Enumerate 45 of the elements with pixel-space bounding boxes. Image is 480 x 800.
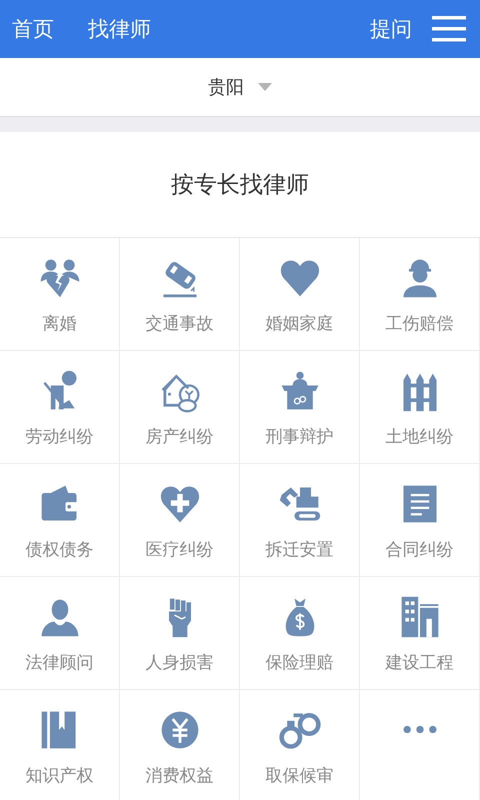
category-label: 人身损害 bbox=[146, 652, 214, 674]
category-tile[interactable]: 建设工程 bbox=[360, 577, 480, 690]
category-label: 法律顾问 bbox=[26, 652, 94, 674]
category-tile[interactable]: 离婚 bbox=[0, 238, 120, 351]
nav-link[interactable]: 首页 bbox=[12, 15, 54, 43]
category-tile[interactable]: 劳动纠纷 bbox=[0, 351, 120, 464]
category-label: 保险理赔 bbox=[266, 652, 334, 674]
menu-icon[interactable] bbox=[432, 16, 466, 42]
category-label: 婚姻家庭 bbox=[266, 313, 334, 335]
category-tile[interactable]: 债权债务 bbox=[0, 464, 120, 577]
nav-link[interactable]: 找律师 bbox=[88, 15, 151, 43]
category-tile[interactable]: 土地纠纷 bbox=[360, 351, 480, 464]
category-label: 合同纠纷 bbox=[386, 539, 454, 561]
category-tile[interactable]: 保险理赔 bbox=[240, 577, 360, 690]
section-title: 按专长找律师 bbox=[171, 171, 309, 200]
category-label: 离婚 bbox=[42, 313, 76, 335]
caret-icon bbox=[258, 83, 272, 91]
category-label: 土地纠纷 bbox=[386, 426, 454, 448]
category-tile[interactable]: 法律顾问 bbox=[0, 577, 120, 690]
category-tile[interactable]: 取保候审 bbox=[240, 690, 360, 800]
category-label: 医疗纠纷 bbox=[146, 539, 214, 561]
category-tile[interactable]: 消费权益 bbox=[120, 690, 240, 800]
category-tile[interactable]: 合同纠纷 bbox=[360, 464, 480, 577]
category-tile[interactable]: 交通事故 bbox=[120, 238, 240, 351]
category-label: 建设工程 bbox=[386, 652, 454, 674]
category-label: 劳动纠纷 bbox=[26, 426, 94, 448]
category-tile[interactable]: 婚姻家庭 bbox=[240, 238, 360, 351]
category-tile[interactable]: 知识产权 bbox=[0, 690, 120, 800]
category-tile[interactable]: 房产纠纷 bbox=[120, 351, 240, 464]
category-label: 刑事辩护 bbox=[266, 426, 334, 448]
category-tile[interactable]: 工伤赔偿 bbox=[360, 238, 480, 351]
city-dropdown[interactable]: 贵阳 bbox=[202, 71, 278, 103]
category-label: 取保候审 bbox=[266, 765, 334, 787]
category-label: 债权债务 bbox=[26, 539, 94, 561]
category-tile[interactable]: 人身损害 bbox=[120, 577, 240, 690]
category-label: 消费权益 bbox=[146, 765, 214, 787]
category-label: 房产纠纷 bbox=[146, 426, 214, 448]
category-tile[interactable]: 拆迁安置 bbox=[240, 464, 360, 577]
category-tile[interactable]: 刑事辩护 bbox=[240, 351, 360, 464]
category-label: 交通事故 bbox=[146, 313, 214, 335]
category-tile[interactable]: 医疗纠纷 bbox=[120, 464, 240, 577]
category-label: 知识产权 bbox=[26, 765, 94, 787]
category-label: 拆迁安置 bbox=[266, 539, 334, 561]
category-label: 工伤赔偿 bbox=[386, 313, 454, 335]
ask-button[interactable]: 提问 bbox=[370, 15, 412, 43]
